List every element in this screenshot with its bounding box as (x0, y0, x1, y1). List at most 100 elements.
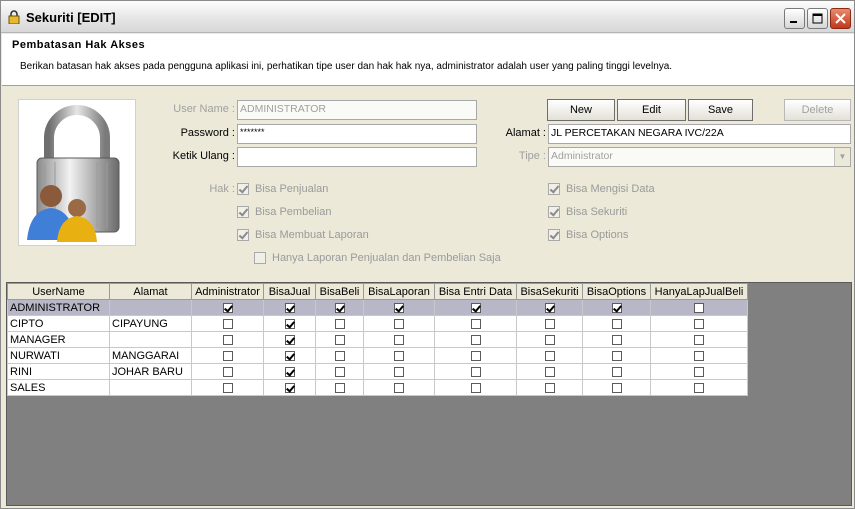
checked-checkbox[interactable] (470, 302, 481, 313)
cell-flag[interactable] (191, 299, 264, 316)
cell-flag[interactable] (434, 331, 517, 348)
checkbox-bisa-options[interactable]: Bisa Options (548, 229, 628, 241)
cell-flag[interactable] (315, 363, 364, 380)
unchecked-checkbox[interactable] (470, 366, 481, 377)
column-header[interactable]: BisaJual (263, 283, 316, 300)
save-button[interactable]: Save (688, 99, 753, 121)
cell-flag[interactable] (263, 379, 316, 396)
table-row[interactable]: NURWATI MANGGARAI (7, 347, 748, 364)
password-field[interactable]: ******* (237, 124, 477, 144)
table-row[interactable]: MANAGER (7, 331, 748, 348)
column-header[interactable]: BisaBeli (315, 283, 364, 300)
unchecked-checkbox[interactable] (611, 334, 622, 345)
cell-flag[interactable] (315, 347, 364, 364)
cell-flag[interactable] (582, 347, 651, 364)
cell-flag[interactable] (191, 379, 264, 396)
unchecked-checkbox[interactable] (694, 382, 704, 393)
tipe-select[interactable]: Administrator ▼ (548, 147, 851, 167)
cell-flag[interactable] (263, 363, 316, 380)
table-row[interactable]: ADMINISTRATOR (7, 299, 748, 316)
cell-username[interactable]: MANAGER (7, 331, 110, 348)
unchecked-checkbox[interactable] (544, 382, 555, 393)
unchecked-checkbox[interactable] (222, 318, 233, 329)
cell-flag[interactable] (650, 331, 748, 348)
retype-password-field[interactable] (237, 147, 477, 167)
cell-username[interactable]: CIPTO (7, 315, 110, 332)
cell-flag[interactable] (363, 347, 435, 364)
cell-flag[interactable] (434, 379, 517, 396)
edit-button[interactable]: Edit (617, 99, 686, 121)
cell-flag[interactable] (582, 315, 651, 332)
checkbox-bisa-mengisi-data[interactable]: Bisa Mengisi Data (548, 183, 655, 195)
table-row[interactable]: RINI JOHAR BARU (7, 363, 748, 380)
checked-checkbox[interactable] (284, 366, 295, 377)
cell-flag[interactable] (650, 347, 748, 364)
unchecked-checkbox[interactable] (394, 334, 404, 345)
cell-alamat[interactable] (109, 379, 192, 396)
checkbox-bisa-membuat-laporan[interactable]: Bisa Membuat Laporan (237, 229, 369, 241)
checked-checkbox[interactable] (284, 350, 295, 361)
unchecked-checkbox[interactable] (544, 334, 555, 345)
cell-flag[interactable] (516, 299, 583, 316)
unchecked-checkbox[interactable] (694, 302, 704, 313)
unchecked-checkbox[interactable] (470, 318, 481, 329)
checked-checkbox[interactable] (284, 302, 295, 313)
unchecked-checkbox[interactable] (470, 334, 481, 345)
unchecked-checkbox[interactable] (222, 350, 233, 361)
unchecked-checkbox[interactable] (222, 366, 233, 377)
cell-alamat[interactable] (109, 331, 192, 348)
cell-flag[interactable] (434, 299, 517, 316)
unchecked-checkbox[interactable] (470, 350, 481, 361)
column-header[interactable]: UserName (7, 283, 110, 300)
delete-button[interactable]: Delete (784, 99, 851, 121)
checkbox-bisa-pembelian[interactable]: Bisa Pembelian (237, 206, 331, 218)
cell-flag[interactable] (650, 315, 748, 332)
unchecked-checkbox[interactable] (334, 318, 345, 329)
cell-flag[interactable] (650, 299, 748, 316)
users-grid[interactable]: UserName Alamat Administrator BisaJual B… (7, 283, 748, 396)
cell-flag[interactable] (363, 315, 435, 332)
unchecked-checkbox[interactable] (394, 382, 404, 393)
cell-flag[interactable] (315, 299, 364, 316)
unchecked-checkbox[interactable] (394, 350, 404, 361)
checked-checkbox[interactable] (284, 318, 295, 329)
checkbox-hanya-laporan[interactable]: Hanya Laporan Penjualan dan Pembelian Sa… (254, 252, 501, 264)
unchecked-checkbox[interactable] (694, 318, 704, 329)
cell-flag[interactable] (582, 379, 651, 396)
cell-flag[interactable] (516, 363, 583, 380)
unchecked-checkbox[interactable] (334, 334, 345, 345)
cell-flag[interactable] (263, 299, 316, 316)
unchecked-checkbox[interactable] (611, 318, 622, 329)
unchecked-checkbox[interactable] (222, 334, 233, 345)
unchecked-checkbox[interactable] (470, 382, 481, 393)
title-bar[interactable]: Sekuriti [EDIT] (1, 1, 854, 33)
maximize-button[interactable] (807, 8, 828, 29)
column-header[interactable]: HanyaLapJualBeli (650, 283, 748, 300)
unchecked-checkbox[interactable] (611, 382, 622, 393)
cell-flag[interactable] (263, 347, 316, 364)
unchecked-checkbox[interactable] (611, 350, 622, 361)
table-row[interactable]: SALES (7, 379, 748, 396)
unchecked-checkbox[interactable] (394, 366, 404, 377)
unchecked-checkbox[interactable] (394, 318, 404, 329)
cell-flag[interactable] (191, 331, 264, 348)
close-button[interactable] (830, 8, 851, 29)
cell-username[interactable]: ADMINISTRATOR (7, 299, 110, 316)
cell-flag[interactable] (191, 347, 264, 364)
unchecked-checkbox[interactable] (694, 350, 704, 361)
column-header[interactable]: BisaSekuriti (516, 283, 583, 300)
unchecked-checkbox[interactable] (694, 366, 704, 377)
checked-checkbox[interactable] (284, 334, 295, 345)
table-row[interactable]: CIPTO CIPAYUNG (7, 315, 748, 332)
checked-checkbox[interactable] (284, 382, 295, 393)
cell-username[interactable]: RINI (7, 363, 110, 380)
unchecked-checkbox[interactable] (611, 366, 622, 377)
checked-checkbox[interactable] (334, 302, 345, 313)
cell-flag[interactable] (516, 315, 583, 332)
cell-alamat[interactable]: JOHAR BARU (109, 363, 192, 380)
cell-flag[interactable] (363, 363, 435, 380)
cell-alamat[interactable]: MANGGARAI (109, 347, 192, 364)
cell-flag[interactable] (191, 315, 264, 332)
new-button[interactable]: New (547, 99, 615, 121)
cell-flag[interactable] (363, 299, 435, 316)
